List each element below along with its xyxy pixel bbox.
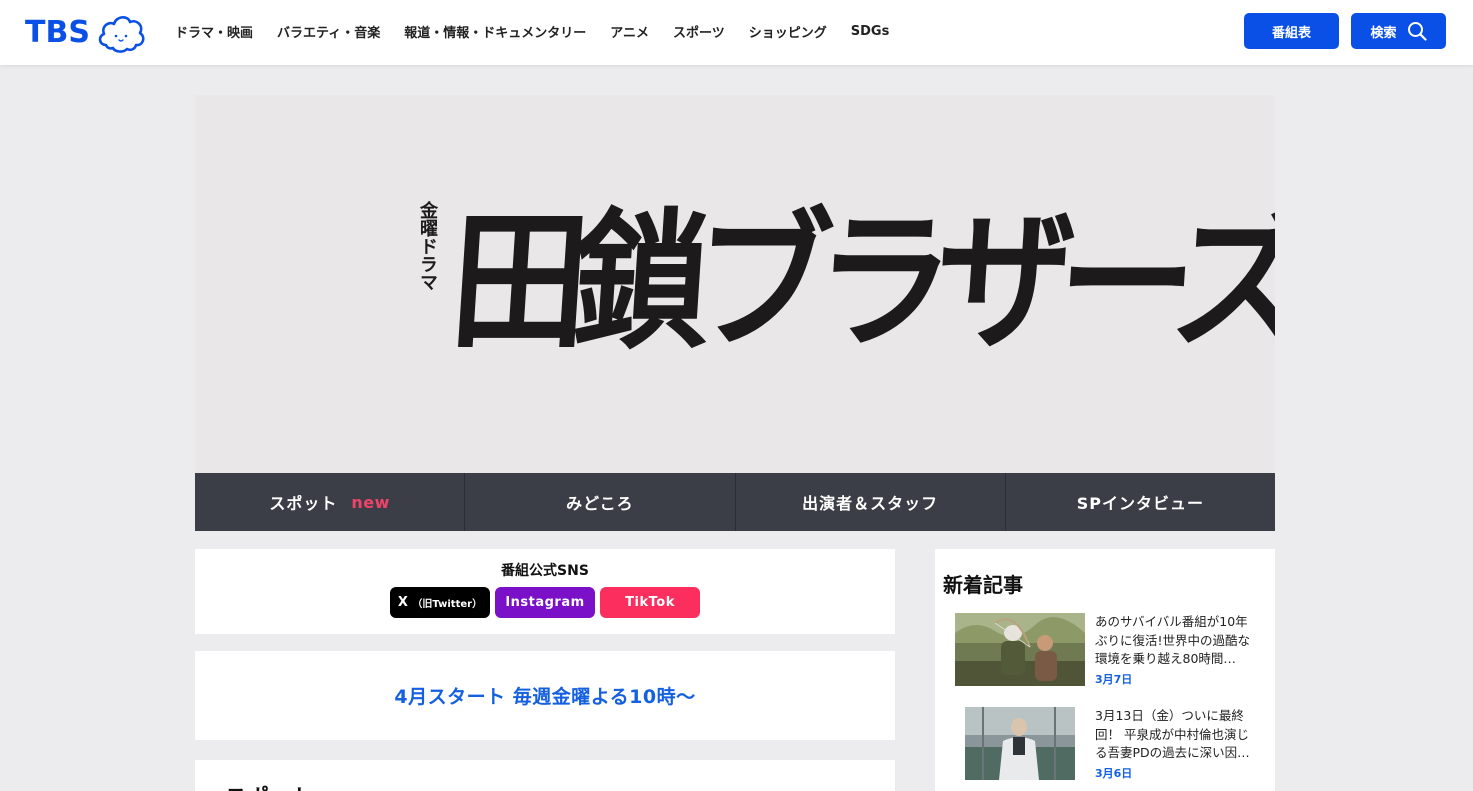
- nav-variety-music[interactable]: バラエティ・音楽: [277, 22, 380, 41]
- nav-news-documentary[interactable]: 報道・情報・ドキュメンタリー: [404, 22, 586, 41]
- nav-drama-movie[interactable]: ドラマ・映画: [175, 22, 253, 41]
- logo-text: TBS: [25, 15, 90, 50]
- sns-buttons: X （旧Twitter） Instagram TikTok: [390, 587, 705, 618]
- tiktok-button[interactable]: TikTok: [600, 587, 700, 618]
- instagram-button[interactable]: Instagram: [495, 587, 595, 618]
- sns-title: 番組公式SNS: [501, 563, 589, 579]
- article-item[interactable]: あのサバイバル番組が10年ぶりに復活!世界中の過酷な環境を乗り越え80時間… 3…: [955, 613, 1265, 688]
- article-item[interactable]: 3月13日（金）ついに最終回！ 平泉成が中村倫也演じる吾妻PDの過去に深い因… …: [955, 707, 1265, 782]
- nav-sports[interactable]: スポーツ: [673, 22, 725, 41]
- broadcast-info-box: 4月スタート 毎週金曜よる10時〜: [195, 651, 895, 740]
- search-button[interactable]: 検索: [1351, 13, 1446, 49]
- tab-sp-interview-label: SPインタビュー: [1076, 494, 1204, 513]
- article-date: 3月6日: [1095, 767, 1133, 780]
- article-thumbnail: [955, 613, 1085, 686]
- x-note: （旧Twitter）: [412, 599, 483, 610]
- official-sns-box: 番組公式SNS X （旧Twitter） Instagram TikTok: [195, 549, 895, 634]
- article-text: あのサバイバル番組が10年ぶりに復活!世界中の過酷な環境を乗り越え80時間…: [1095, 614, 1251, 666]
- site-header: TBS ドラマ・映画 バラエティ・音楽 報道・情報・ドキュメンタリー アニメ ス…: [0, 0, 1473, 65]
- tiktok-label: TikTok: [625, 595, 675, 610]
- nav-shopping[interactable]: ショッピング: [749, 22, 827, 41]
- spot-section: スポット: [195, 760, 895, 791]
- broadcast-start-text: 4月スタート 毎週金曜よる10時〜: [394, 686, 696, 708]
- tab-sp-interview[interactable]: SPインタビュー: [1004, 473, 1275, 531]
- program-title-logo: 田鎖ブラザーズ: [445, 194, 1275, 370]
- tab-highlights-label: みどころ: [566, 494, 634, 513]
- instagram-label: Instagram: [505, 595, 585, 610]
- hero-banner: 金曜ドラマ 田鎖ブラザーズ: [195, 95, 1275, 473]
- tbs-logo[interactable]: TBS: [25, 12, 146, 54]
- tab-highlights[interactable]: みどころ: [464, 473, 734, 531]
- tab-cast-staff[interactable]: 出演者＆スタッフ: [734, 473, 1005, 531]
- article-text: 3月13日（金）ついに最終回！ 平泉成が中村倫也演じる吾妻PDの過去に深い因…: [1095, 708, 1250, 760]
- nav-anime[interactable]: アニメ: [610, 22, 649, 41]
- cloud-mascot-icon: [98, 16, 145, 53]
- nav-sdgs[interactable]: SDGs: [851, 24, 890, 39]
- schedule-button[interactable]: 番組表: [1244, 13, 1339, 49]
- hero-subtitle: 金曜ドラマ: [417, 201, 438, 291]
- program-nav: スポット new みどころ 出演者＆スタッフ SPインタビュー: [195, 473, 1275, 531]
- article-thumbnail: [955, 707, 1085, 780]
- search-button-label: 検索: [1370, 25, 1397, 41]
- tab-cast-staff-label: 出演者＆スタッフ: [802, 494, 939, 513]
- article-date: 3月7日: [1095, 673, 1133, 686]
- schedule-button-label: 番組表: [1271, 25, 1311, 41]
- sidebar-title: 新着記事: [943, 573, 1023, 597]
- latest-articles-sidebar: 新着記事 あのサバイバル番組が10年ぶりに復活!世界中の過酷な環境を乗り越え80…: [935, 549, 1275, 791]
- new-badge: new: [351, 492, 390, 512]
- tab-spot[interactable]: スポット new: [195, 473, 464, 531]
- search-icon: [1407, 22, 1427, 41]
- x-twitter-button[interactable]: X （旧Twitter）: [390, 587, 490, 618]
- spot-section-title: スポット: [225, 780, 313, 791]
- tab-spot-label: スポット: [269, 494, 338, 513]
- global-nav: ドラマ・映画 バラエティ・音楽 報道・情報・ドキュメンタリー アニメ スポーツ …: [175, 0, 913, 63]
- x-label: X: [397, 595, 409, 610]
